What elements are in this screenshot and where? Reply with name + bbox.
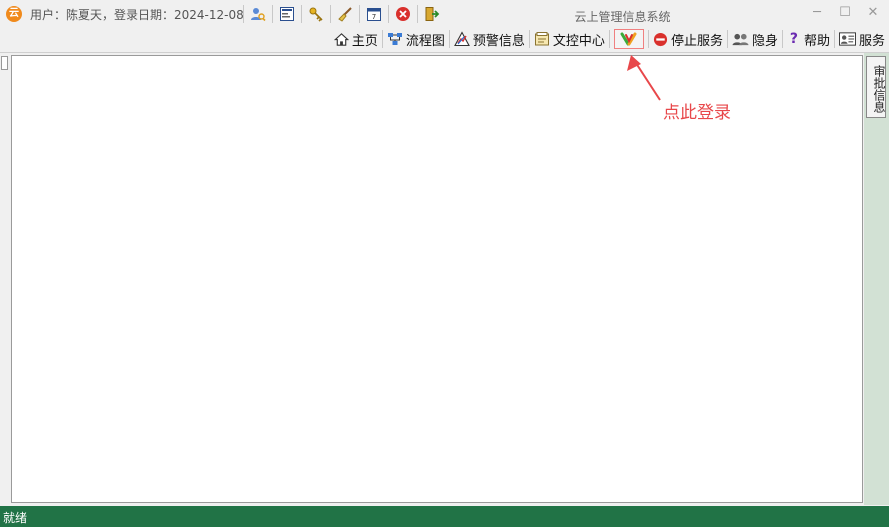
login-button[interactable] [613,29,644,49]
help-button[interactable]: ? 帮助 [783,28,834,50]
maximize-button[interactable]: ☐ [836,4,854,22]
main-content-area [11,55,863,503]
home-icon [333,32,349,47]
main-toolbar: 主页 流程图 预警信息 文控中心 停止服务 隐身 ? 帮助 服务 [330,27,889,51]
doc-center-button[interactable]: 文控中心 [530,28,609,50]
title-bar: 云 用户：陈夏天，登录日期：2024-12-08 7 云上管理信息系统 ─ ☐ … [0,0,889,27]
id-card-icon [838,32,856,46]
minimize-button[interactable]: ─ [808,4,826,22]
flowchart-button[interactable]: 流程图 [383,28,449,50]
annotation-text: 点此登录 [663,103,731,123]
warning-icon [453,31,470,47]
right-side-panel [864,53,889,505]
question-icon: ? [789,31,799,47]
login-logo-icon [620,32,638,46]
app-title: 云上管理信息系统 [574,10,671,24]
users-icon [732,32,749,47]
status-text: 就绪 [3,511,28,525]
approval-info-tab[interactable]: 审批信息 [866,56,886,118]
close-button[interactable]: ✕ [864,4,882,22]
document-icon [534,31,550,47]
stop-icon [653,32,668,47]
home-button[interactable]: 主页 [330,28,382,50]
left-panel-handle[interactable] [1,56,8,70]
warning-info-button[interactable]: 预警信息 [450,28,529,50]
toolbar-divider [0,52,889,53]
service-button[interactable]: 服务 [835,28,889,50]
status-bar: 就绪 [0,506,889,527]
stop-service-button[interactable]: 停止服务 [649,28,727,50]
hide-button[interactable]: 隐身 [728,28,782,50]
flowchart-icon [387,31,403,47]
